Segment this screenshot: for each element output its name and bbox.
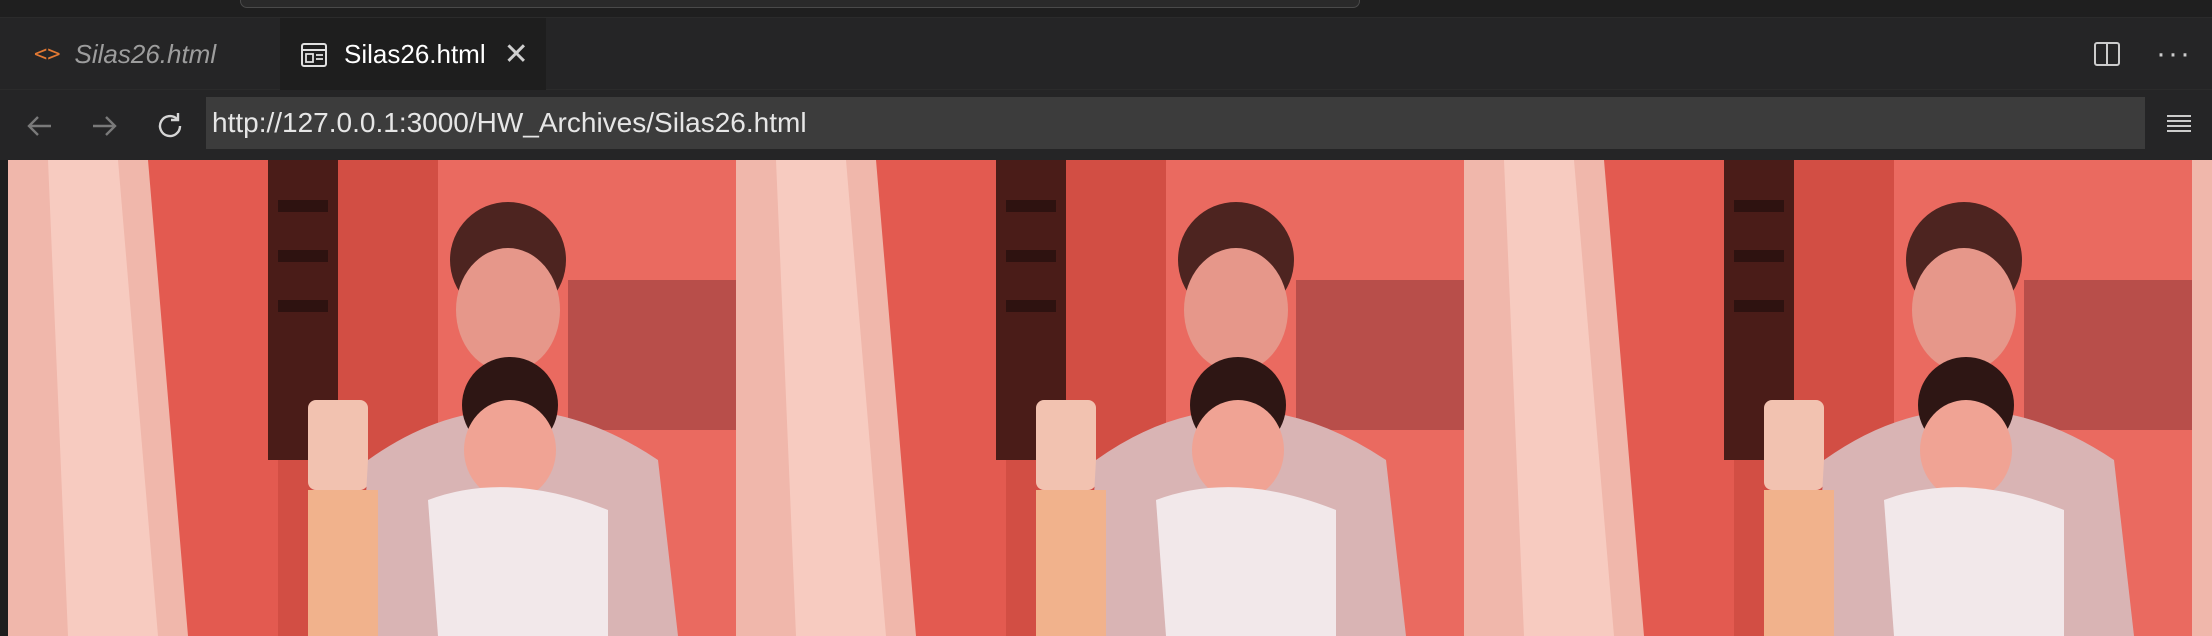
web-page-content [8, 160, 2212, 636]
tab-label: Silas26.html [74, 38, 217, 69]
tab-silas26-html-source[interactable]: <> Silas26.html [8, 18, 278, 90]
editor-actions: ··· [2092, 18, 2192, 90]
forward-button[interactable] [84, 106, 124, 146]
close-icon[interactable]: ✕ [504, 39, 529, 70]
more-actions-icon[interactable]: ··· [2156, 39, 2192, 69]
reload-button[interactable] [150, 106, 190, 146]
code-icon: <> [34, 41, 61, 67]
photo-image [1464, 160, 2192, 636]
arrow-left-icon [27, 116, 51, 136]
arrow-right-icon [93, 116, 117, 136]
back-button[interactable] [20, 106, 60, 146]
hamburger-menu-icon[interactable] [2164, 109, 2194, 139]
browser-navigation-bar: http://127.0.0.1:3000/HW_Archives/Silas2… [0, 90, 2212, 160]
browser-preview-icon [301, 42, 327, 67]
tab-label: Silas26.html [344, 39, 486, 69]
photo-image [736, 160, 1464, 636]
split-editor-icon[interactable] [2092, 39, 2122, 69]
vscode-window: <> Silas26.html Silas26.html ✕ ··· http:… [0, 0, 2212, 636]
photo-image [2192, 160, 2212, 636]
url-input[interactable]: http://127.0.0.1:3000/HW_Archives/Silas2… [206, 97, 2145, 149]
url-text: http://127.0.0.1:3000/HW_Archives/Silas2… [212, 107, 807, 138]
tab-silas26-html-preview[interactable]: Silas26.html ✕ [280, 18, 546, 90]
command-center-search[interactable] [240, 0, 1360, 8]
photo-image [8, 160, 736, 636]
title-bar [0, 0, 2212, 18]
reload-icon [158, 113, 182, 138]
editor-tab-bar: <> Silas26.html Silas26.html ✕ ··· [0, 18, 2212, 90]
